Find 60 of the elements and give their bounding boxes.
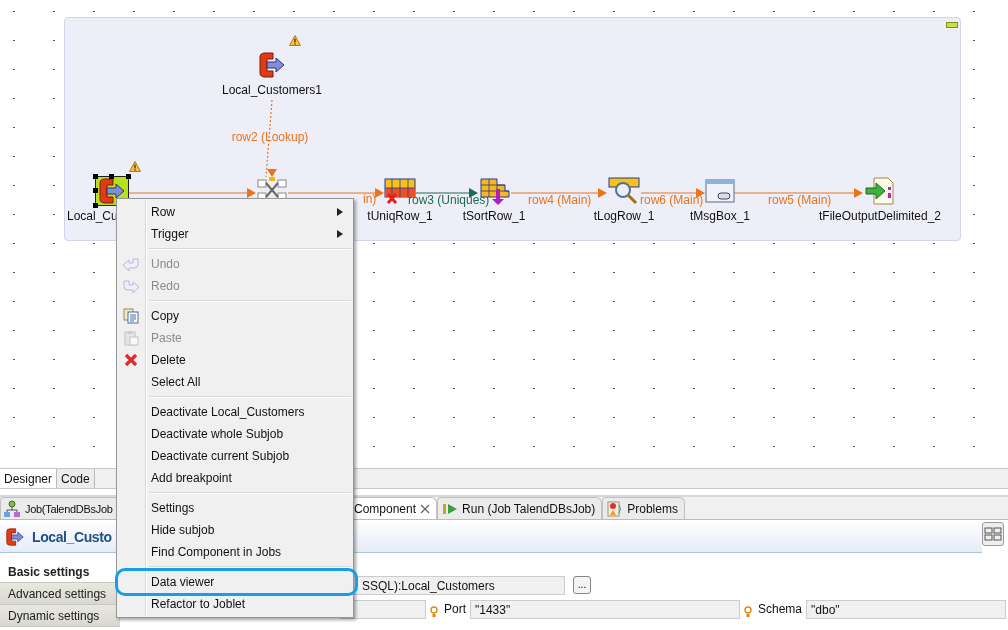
menu-item[interactable]: Row (117, 201, 353, 223)
component-label: tLogRow_1 (593, 209, 655, 223)
field-label: Schema (758, 602, 803, 616)
component-title: Local_Custo (32, 529, 112, 545)
collapse-button[interactable] (946, 22, 958, 28)
link-label: row2 (Lookup) (231, 130, 309, 144)
text-field[interactable]: "dbo" (806, 599, 1007, 619)
selection-handle[interactable] (93, 174, 98, 179)
browse-button[interactable]: ... (573, 576, 591, 594)
link-label: row6 (Main) (640, 193, 704, 207)
component-node[interactable] (704, 177, 736, 205)
panel-tab[interactable]: Problems (602, 497, 685, 519)
menu-item[interactable]: Hide subjob (117, 519, 353, 541)
clipboard-icon (123, 330, 139, 346)
layout-icon (984, 527, 1002, 541)
table-magnifier-icon (608, 177, 640, 205)
delete-icon (124, 353, 138, 367)
run-icon (442, 501, 459, 516)
text-field[interactable]: "1433" (470, 599, 740, 619)
editor-tab[interactable]: Designer (0, 469, 58, 488)
menu-item[interactable]: Delete (117, 349, 353, 371)
menu-item[interactable]: Add breakpoint (117, 467, 353, 489)
menu-item[interactable]: Deactivate current Subjob (117, 445, 353, 467)
menu-item[interactable]: Copy (117, 305, 353, 327)
selection-handle[interactable] (93, 188, 98, 193)
layout-button[interactable] (982, 522, 1004, 546)
message-box-icon (704, 177, 736, 205)
menu-item[interactable]: Select All (117, 371, 353, 393)
component-node[interactable] (96, 177, 128, 205)
menu-item[interactable]: Find Component in Jobs (117, 541, 353, 563)
component-node[interactable] (864, 177, 896, 205)
component-label: tUniqRow_1 (367, 209, 433, 223)
redo-icon (122, 278, 140, 294)
menu-item[interactable]: Refactor to Joblet (117, 593, 353, 615)
menu-item[interactable]: Deactivate whole Subjob (117, 423, 353, 445)
editor-tab[interactable]: Code (57, 469, 95, 488)
undo-icon (122, 256, 140, 272)
selection-handle[interactable] (93, 203, 98, 208)
selection-handle[interactable] (126, 174, 131, 179)
selection-handle[interactable] (109, 174, 114, 179)
close-icon[interactable] (420, 503, 431, 514)
field-label: Port (444, 602, 466, 616)
file-output-icon (864, 177, 896, 205)
database-input-icon (4, 527, 26, 547)
component-label: tFileOutputDelimited_2 (818, 209, 942, 223)
link-label: in) (363, 192, 377, 206)
menu-item[interactable]: Deactivate Local_Customers (117, 401, 353, 423)
link-label: row3 (Uniques) (408, 193, 490, 207)
component-label: Local_Customers1 (221, 83, 323, 97)
settings-tab[interactable]: Dynamic settings (0, 605, 120, 627)
component-label: tMsgBox_1 (690, 209, 750, 223)
menu-item[interactable]: Trigger (117, 223, 353, 245)
problems-icon (607, 500, 624, 517)
link-label: row5 (Main) (768, 193, 832, 207)
panel-tab[interactable]: Run (Job TalendDBsJob) (437, 497, 603, 519)
link-label: row4 (Main) (528, 193, 592, 207)
component-node[interactable] (608, 177, 640, 205)
component-label: tSortRow_1 (462, 209, 526, 223)
copy-icon (123, 308, 139, 324)
job-diagram-icon (3, 499, 21, 518)
